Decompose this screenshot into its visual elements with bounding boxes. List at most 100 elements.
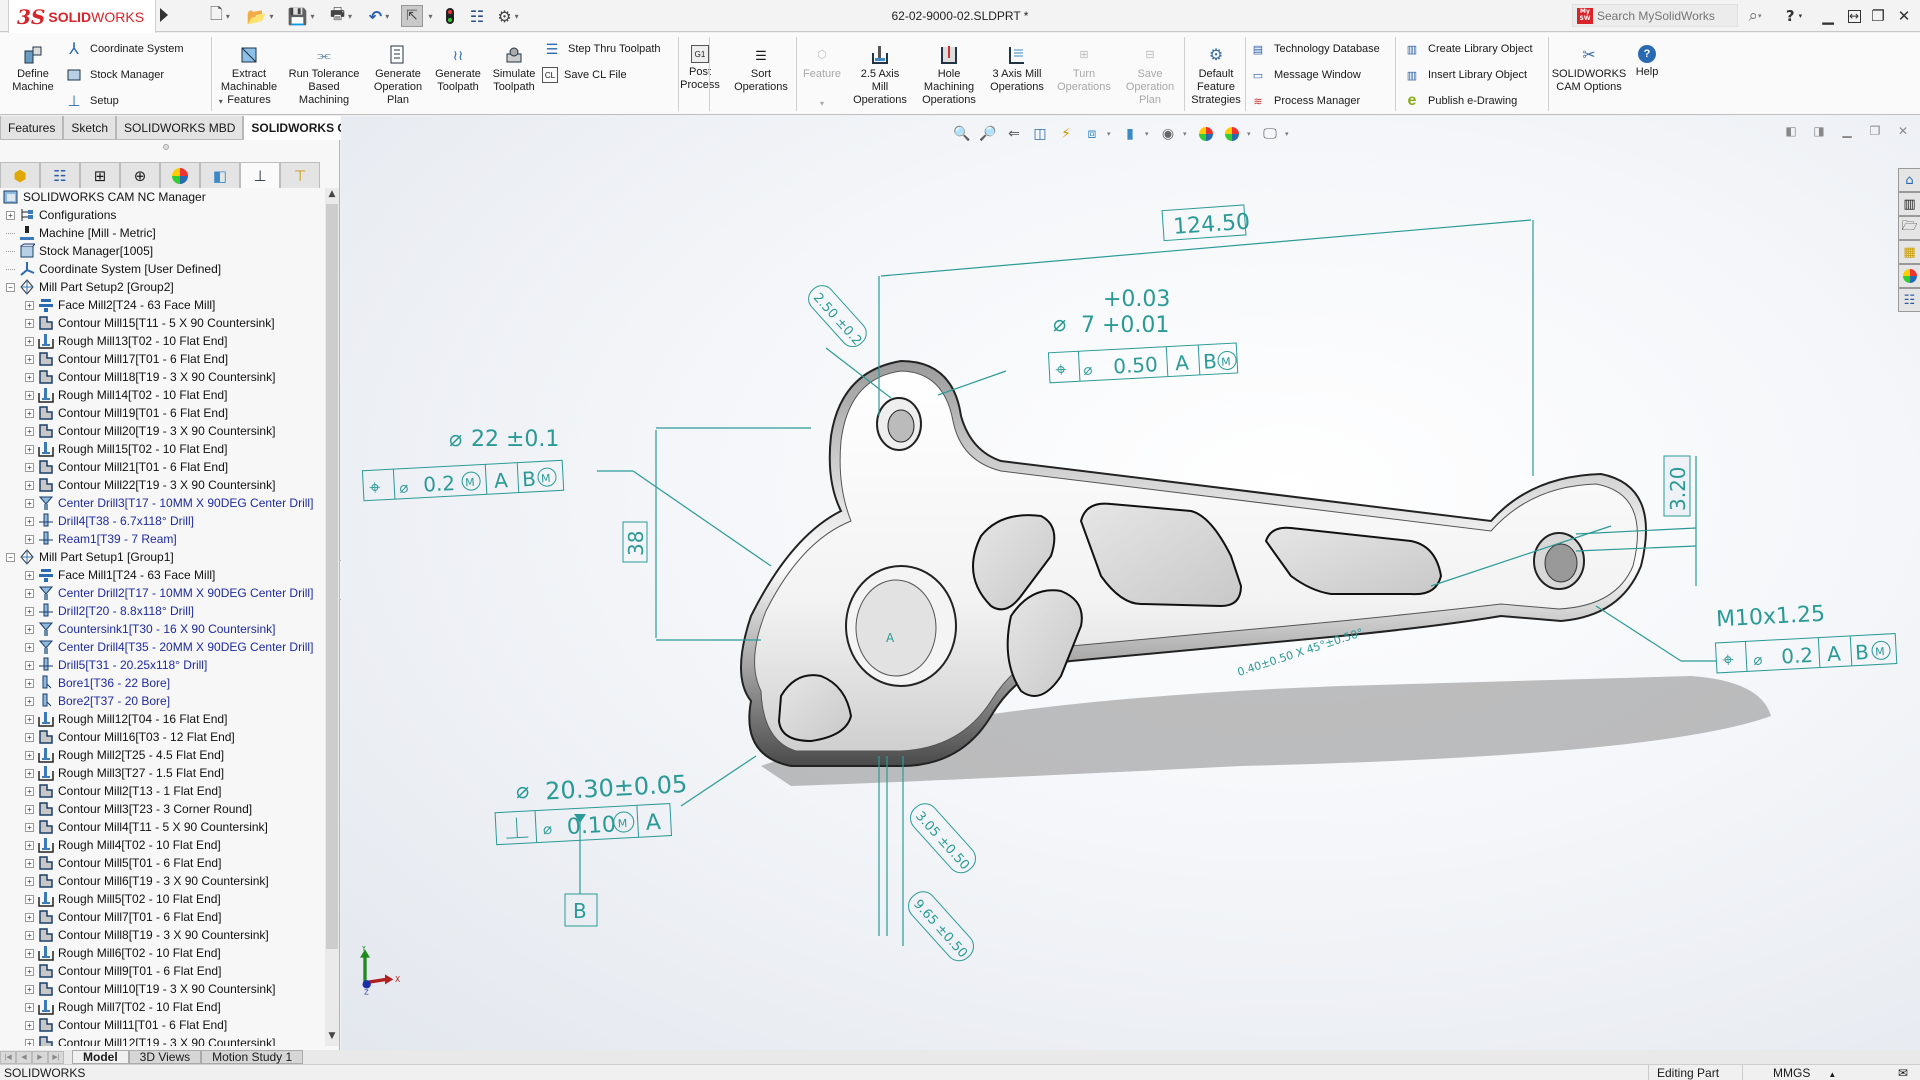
expand-icon[interactable]: + bbox=[25, 894, 34, 904]
tree-item[interactable]: + Drill5[T31 - 20.25x118° Drill] bbox=[0, 656, 325, 674]
tree-item[interactable]: + Rough Mill7[T02 - 10 Flat End] bbox=[0, 998, 325, 1016]
help-button[interactable]: ? Help bbox=[1630, 45, 1664, 79]
expand-icon[interactable]: + bbox=[25, 1002, 34, 1012]
save-operation-plan-button[interactable]: ⊟ Save Operation Plan bbox=[1118, 45, 1182, 107]
tree-item[interactable]: + Rough Mill3[T27 - 1.5 Flat End] bbox=[0, 764, 325, 782]
message-window-button[interactable]: ▭ Message Window bbox=[1248, 65, 1361, 85]
tree-item[interactable]: + Bore2[T37 - 20 Bore] bbox=[0, 692, 325, 710]
tree-item[interactable]: + Rough Mill12[T04 - 16 Flat End] bbox=[0, 710, 325, 728]
tree-scrollbar[interactable]: ▲ ▼ bbox=[325, 188, 339, 1046]
define-machine-button[interactable]: Define Machine bbox=[8, 45, 58, 94]
search-button[interactable]: ⌕ ▾ bbox=[1740, 4, 1770, 28]
tree-item[interactable]: + Drill4[T38 - 6.7x118° Drill] bbox=[0, 512, 325, 530]
expand-icon[interactable]: + bbox=[25, 606, 34, 616]
tree-item[interactable]: + Rough Mill5[T02 - 10 Flat End] bbox=[0, 890, 325, 908]
expand-icon[interactable]: + bbox=[25, 336, 34, 346]
tile-button[interactable]: ↔ bbox=[1842, 4, 1866, 28]
tree-item[interactable]: + Countersink1[T30 - 16 X 90 Countersink] bbox=[0, 620, 325, 638]
tree-item[interactable]: + Contour Mill6[T19 - 3 X 90 Countersink] bbox=[0, 872, 325, 890]
expand-icon[interactable]: + bbox=[25, 804, 34, 814]
expand-icon[interactable]: + bbox=[25, 444, 34, 454]
tab-property-manager[interactable]: ☷ bbox=[40, 162, 80, 188]
2-5-axis-mill-operations-button[interactable]: 2.5 Axis Mill Operations bbox=[848, 45, 912, 107]
expand-icon[interactable]: + bbox=[25, 390, 34, 400]
next-tab-button[interactable]: ▶ bbox=[32, 1050, 48, 1064]
tree-item[interactable]: + Center Drill2[T17 - 10MM X 90DEG Center… bbox=[0, 584, 325, 602]
save-cl-file-button[interactable]: CL Save CL File bbox=[542, 65, 627, 85]
tab-sketch[interactable]: Sketch bbox=[63, 116, 117, 140]
expand-icon[interactable]: + bbox=[25, 930, 34, 940]
tree-item[interactable]: + Rough Mill15[T02 - 10 Flat End] bbox=[0, 440, 325, 458]
tree-item[interactable]: + Contour Mill5[T01 - 6 Flat End] bbox=[0, 854, 325, 872]
expand-icon[interactable]: + bbox=[25, 912, 34, 922]
tree-item[interactable]: + Rough Mill4[T02 - 10 Flat End] bbox=[0, 836, 325, 854]
expand-icon[interactable]: + bbox=[25, 624, 34, 634]
expand-icon[interactable]: + bbox=[25, 966, 34, 976]
tree-item[interactable]: + Contour Mill19[T01 - 6 Flat End] bbox=[0, 404, 325, 422]
expand-icon[interactable]: + bbox=[25, 714, 34, 724]
create-library-object-button[interactable]: ▥ Create Library Object bbox=[1402, 39, 1533, 59]
minimize-button[interactable]: ▁ bbox=[1816, 4, 1840, 28]
generate-toolpath-button[interactable]: ≀≀ Generate Toolpath bbox=[430, 45, 486, 94]
hole-machining-operations-button[interactable]: Hole Machining Operations bbox=[916, 45, 982, 107]
expand-icon[interactable]: + bbox=[25, 696, 34, 706]
tree-item[interactable]: + Face Mill2[T24 - 63 Face Mill] bbox=[0, 296, 325, 314]
search-input[interactable] bbox=[1597, 8, 1717, 23]
tree-item[interactable]: + Contour Mill22[T19 - 3 X 90 Countersink… bbox=[0, 476, 325, 494]
tree-item[interactable]: + Rough Mill2[T25 - 4.5 Flat End] bbox=[0, 746, 325, 764]
tab-configuration-manager[interactable]: ⊞ bbox=[80, 162, 120, 188]
tab-cam-tool-tree[interactable]: ⊤ bbox=[280, 162, 320, 188]
tree-item[interactable]: + Ream1[T39 - 7 Ream] bbox=[0, 530, 325, 548]
expand-icon[interactable]: + bbox=[25, 516, 34, 526]
search-mysolidworks[interactable]: My SW bbox=[1572, 4, 1738, 27]
tab-cam-operation-tree[interactable]: ⊥ bbox=[240, 162, 280, 188]
scroll-up-icon[interactable]: ▲ bbox=[325, 189, 339, 203]
tree-item[interactable]: + Contour Mill2[T13 - 1 Flat End] bbox=[0, 782, 325, 800]
expand-icon[interactable]: + bbox=[25, 318, 34, 328]
tree-item[interactable]: + Contour Mill3[T23 - 3 Corner Round] bbox=[0, 800, 325, 818]
tree-item[interactable]: + Contour Mill7[T01 - 6 Flat End] bbox=[0, 908, 325, 926]
close-button[interactable]: ✕ bbox=[1892, 4, 1916, 28]
expand-icon[interactable]: + bbox=[25, 678, 34, 688]
scroll-down-icon[interactable]: ▼ bbox=[325, 1031, 339, 1045]
first-tab-button[interactable]: |◀ bbox=[0, 1050, 16, 1064]
expand-icon[interactable]: + bbox=[25, 534, 34, 544]
collapse-icon[interactable]: − bbox=[6, 552, 15, 562]
feature-button[interactable]: ⬡ Feature ▾ bbox=[800, 45, 844, 110]
tab-dimxpert-manager[interactable]: ⊕ bbox=[120, 162, 160, 188]
expand-icon[interactable]: + bbox=[25, 786, 34, 796]
tree-item[interactable]: + Contour Mill4[T11 - 5 X 90 Countersink] bbox=[0, 818, 325, 836]
tab-display-manager[interactable] bbox=[160, 162, 200, 188]
tab-solidworks-mbd[interactable]: SOLIDWORKS MBD bbox=[116, 116, 244, 140]
expand-icon[interactable]: + bbox=[25, 768, 34, 778]
cam-options-button[interactable]: ✂ SOLIDWORKS CAM Options bbox=[1550, 45, 1628, 94]
turn-operations-button[interactable]: ⊞ Turn Operations bbox=[1052, 45, 1116, 94]
insert-library-object-button[interactable]: ▥ Insert Library Object bbox=[1402, 65, 1527, 85]
sort-operations-button[interactable]: ☰ Sort Operations bbox=[730, 45, 792, 94]
feature-dropdown-icon[interactable]: ▾ bbox=[820, 97, 824, 110]
feedback-icon[interactable]: ✉ bbox=[1898, 1065, 1908, 1080]
tab-feature-manager[interactable]: ⬢ bbox=[0, 162, 40, 188]
tree-item[interactable]: + Contour Mill21[T01 - 6 Flat End] bbox=[0, 458, 325, 476]
tree-item[interactable]: + Center Drill3[T17 - 10MM X 90DEG Center… bbox=[0, 494, 325, 512]
tree-item[interactable]: + Rough Mill6[T02 - 10 Flat End] bbox=[0, 944, 325, 962]
expand-icon[interactable]: + bbox=[25, 858, 34, 868]
expand-icon[interactable]: + bbox=[25, 570, 34, 580]
expand-icon[interactable]: + bbox=[25, 984, 34, 994]
expand-icon[interactable]: + bbox=[25, 732, 34, 742]
stock-manager-button[interactable]: Stock Manager bbox=[64, 65, 164, 85]
expand-icon[interactable]: + bbox=[25, 750, 34, 760]
expand-icon[interactable]: + bbox=[25, 948, 34, 958]
expand-icon[interactable]: + bbox=[25, 408, 34, 418]
process-manager-button[interactable]: ≋ Process Manager bbox=[1248, 91, 1360, 111]
restore-button[interactable]: ❐ bbox=[1866, 4, 1890, 28]
tab-3d-views[interactable]: 3D Views bbox=[128, 1050, 202, 1064]
panel-grip-handle[interactable] bbox=[163, 144, 169, 150]
tab-cam-feature-tree[interactable]: ◧ bbox=[200, 162, 240, 188]
tree-item[interactable]: + Center Drill4[T35 - 20MM X 90DEG Center… bbox=[0, 638, 325, 656]
expand-icon[interactable]: + bbox=[25, 588, 34, 598]
extract-machinable-features-button[interactable]: Extract Machinable Features bbox=[214, 45, 284, 107]
tree-item[interactable]: + Drill2[T20 - 8.8x118° Drill] bbox=[0, 602, 325, 620]
tree-item[interactable]: − Mill Part Setup1 [Group1] bbox=[0, 548, 325, 566]
tree-item[interactable]: + Contour Mill15[T11 - 5 X 90 Countersink… bbox=[0, 314, 325, 332]
